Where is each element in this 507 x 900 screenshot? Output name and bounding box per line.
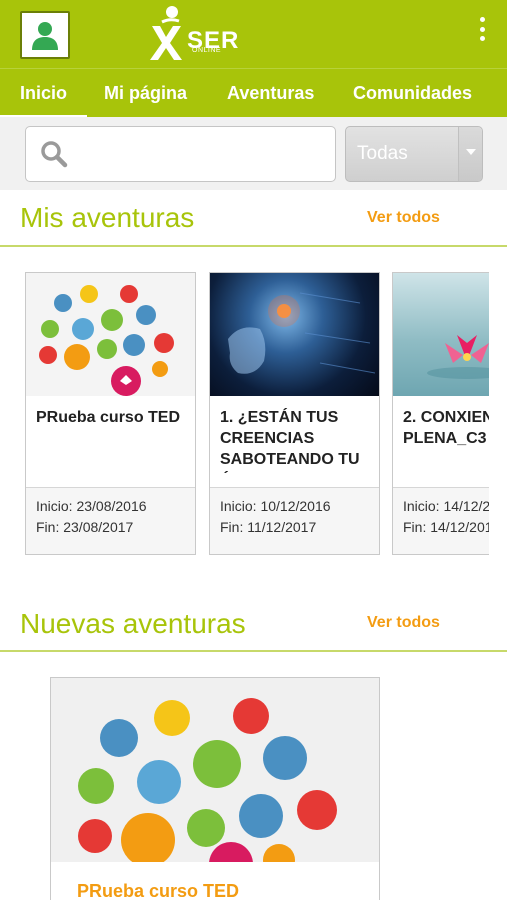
new-adventure-card[interactable]: PRueba curso TED bbox=[50, 677, 380, 900]
adventure-end-date: Fin: 11/12/2017 bbox=[220, 519, 317, 535]
adventure-start-date: Inicio: 14/12/2016 bbox=[403, 498, 489, 514]
new-adventure-card-title: PRueba curso TED bbox=[77, 881, 240, 900]
more-options-icon[interactable] bbox=[472, 14, 492, 44]
nuevas-aventuras-heading: Nuevas aventuras bbox=[20, 608, 246, 639]
search-icon bbox=[41, 141, 68, 168]
adventure-card-dates: Inicio: 14/12/2016 Fin: 14/12/2017 bbox=[393, 487, 489, 554]
adventure-card[interactable]: 1. ¿ESTÁN TUS CREENCIAS SABOTEANDO TU ÉX… bbox=[209, 272, 380, 555]
tab-mi-pagina[interactable]: Mi página bbox=[104, 69, 187, 117]
search-bar: Todas bbox=[0, 117, 507, 190]
logo-subtext: ONLINE bbox=[192, 47, 222, 54]
adventure-end-date: Fin: 23/08/2017 bbox=[36, 519, 134, 535]
logo-x-mark bbox=[146, 4, 186, 62]
category-filter-value: Todas bbox=[357, 143, 408, 164]
xser-logo[interactable]: SER ONLINE bbox=[146, 4, 239, 62]
nuevas-aventuras-ver-todos-link[interactable]: Ver todos bbox=[367, 614, 440, 632]
mis-aventuras-ver-todos-link[interactable]: Ver todos bbox=[367, 209, 440, 227]
adventure-card-title: 1. ¿ESTÁN TUS CREENCIAS SABOTEANDO TU ÉX… bbox=[220, 409, 360, 473]
adventure-card-title: PRueba curso TED bbox=[36, 409, 181, 426]
search-input[interactable] bbox=[25, 126, 336, 182]
category-filter-select[interactable]: Todas bbox=[345, 126, 483, 182]
tab-inicio[interactable]: Inicio bbox=[0, 69, 88, 118]
mis-aventuras-carousel[interactable]: PRueba curso TED Inicio: 23/08/2016 Fin:… bbox=[0, 272, 489, 555]
adventure-card[interactable]: 2. CONXIENCIA PLENA_C3 Inicio: 14/12/201… bbox=[392, 272, 489, 555]
tab-aventuras[interactable]: Aventuras bbox=[227, 69, 314, 117]
adventure-card-title: 2. CONXIENCIA PLENA_C3 bbox=[403, 409, 489, 447]
education-icons-image bbox=[26, 273, 195, 396]
tab-comunidades[interactable]: Comunidades bbox=[353, 69, 472, 117]
adventure-end-date: Fin: 14/12/2017 bbox=[403, 519, 489, 535]
chevron-down-icon bbox=[466, 149, 476, 155]
adventure-card[interactable]: PRueba curso TED Inicio: 23/08/2016 Fin:… bbox=[25, 272, 196, 555]
user-icon bbox=[32, 22, 58, 50]
dropdown-toggle[interactable] bbox=[458, 127, 482, 181]
adventure-start-date: Inicio: 23/08/2016 bbox=[36, 498, 147, 514]
adventure-card-dates: Inicio: 23/08/2016 Fin: 23/08/2017 bbox=[26, 487, 195, 554]
top-bar: SER ONLINE bbox=[0, 0, 507, 68]
section-divider bbox=[0, 650, 507, 652]
mis-aventuras-heading: Mis aventuras bbox=[20, 202, 195, 233]
section-divider bbox=[0, 245, 507, 247]
education-icons-image bbox=[51, 678, 379, 862]
adventure-card-dates: Inicio: 10/12/2016 Fin: 11/12/2017 bbox=[210, 487, 379, 554]
adventure-start-date: Inicio: 10/12/2016 bbox=[220, 498, 331, 514]
main-nav: Inicio Mi página Aventuras Comunidades bbox=[0, 68, 507, 118]
digital-face-image bbox=[210, 273, 379, 396]
lotus-flower-image bbox=[393, 273, 489, 396]
profile-avatar-button[interactable] bbox=[20, 11, 70, 59]
